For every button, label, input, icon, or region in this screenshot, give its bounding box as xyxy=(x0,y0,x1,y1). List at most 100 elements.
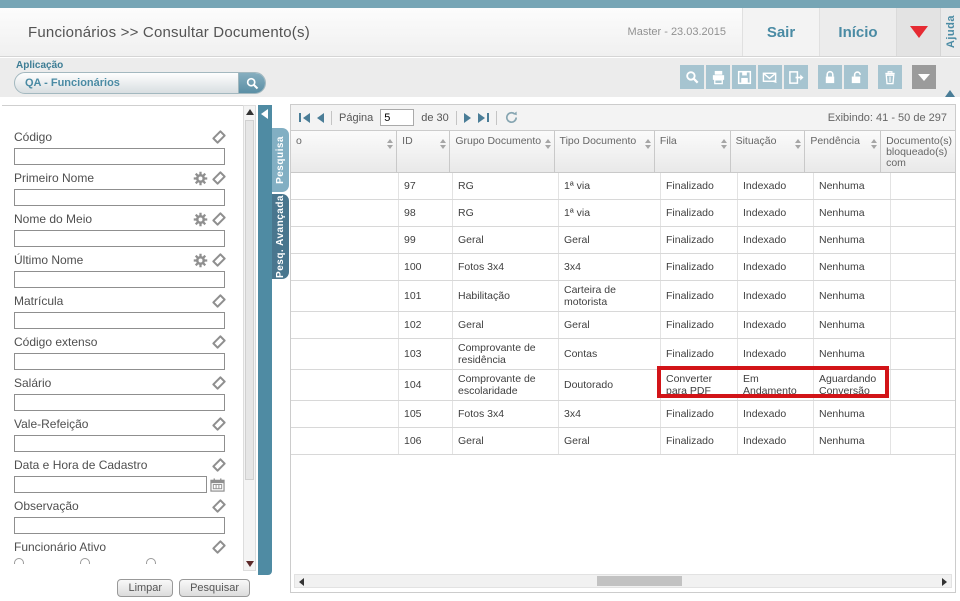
radio-button[interactable] xyxy=(14,558,24,564)
field-input[interactable] xyxy=(14,148,225,165)
application-selector[interactable]: QA - Funcionários xyxy=(14,72,266,94)
table-row[interactable]: 97RG1ª viaFinalizadoIndexadoNenhuma xyxy=(291,173,955,200)
eraser-icon[interactable] xyxy=(212,171,226,185)
eraser-icon[interactable] xyxy=(212,499,226,513)
email-button[interactable] xyxy=(758,65,782,89)
table-row[interactable]: 100Fotos 3x43x4FinalizadoIndexadoNenhuma xyxy=(291,254,955,281)
calendar-button[interactable] xyxy=(210,478,225,492)
eraser-icon[interactable] xyxy=(212,130,226,144)
page-number-input[interactable] xyxy=(380,109,414,126)
sidebar-scrollbar[interactable] xyxy=(243,105,256,571)
scrollbar-thumb[interactable] xyxy=(245,120,254,480)
sort-icon[interactable] xyxy=(721,139,727,149)
print-button[interactable] xyxy=(706,65,730,89)
sort-icon[interactable] xyxy=(545,139,551,149)
prev-page-button[interactable] xyxy=(317,113,324,123)
inicio-button[interactable]: Início xyxy=(819,8,896,56)
field-input[interactable] xyxy=(14,435,225,452)
envelope-icon xyxy=(762,70,778,85)
eraser-icon[interactable] xyxy=(212,253,226,267)
gear-icon[interactable] xyxy=(193,212,208,227)
next-page-button[interactable] xyxy=(464,113,471,123)
radio-button[interactable] xyxy=(80,558,90,564)
sort-icon[interactable] xyxy=(440,139,446,149)
field-input[interactable] xyxy=(14,271,225,288)
sort-icon[interactable] xyxy=(795,139,801,149)
horizontal-scrollbar[interactable] xyxy=(294,574,952,588)
column-header[interactable]: Fila xyxy=(655,131,731,172)
last-page-button[interactable] xyxy=(478,113,489,123)
tab-pesq-avancada[interactable]: Pesq. Avançada xyxy=(272,194,289,279)
results-grid: Página de 30 Exibindo: 41 - 50 de 297 oI… xyxy=(290,104,956,593)
cell-grupo: Fotos 3x4 xyxy=(453,401,559,427)
field-input[interactable] xyxy=(14,312,225,329)
table-row[interactable]: 101HabilitaçãoCarteira de motoristaFinal… xyxy=(291,281,955,312)
table-row[interactable]: 103Comprovante de residênciaContasFinali… xyxy=(291,339,955,370)
field-input[interactable] xyxy=(14,230,225,247)
eraser-icon[interactable] xyxy=(212,294,226,308)
first-page-button[interactable] xyxy=(299,113,310,123)
eraser-icon[interactable] xyxy=(212,458,226,472)
export-button[interactable] xyxy=(784,65,808,89)
search-sidebar: CódigoPrimeiro NomeNome do MeioÚltimo No… xyxy=(0,97,258,601)
tab-pesquisa[interactable]: Pesquisa xyxy=(272,128,289,192)
save-button[interactable] xyxy=(732,65,756,89)
cell-tipo: Geral xyxy=(559,428,661,454)
column-header[interactable]: Tipo Documento xyxy=(555,131,655,172)
eraser-icon[interactable] xyxy=(212,540,226,554)
application-search-button[interactable] xyxy=(238,73,265,93)
eraser-icon[interactable] xyxy=(212,212,226,226)
page-title: Funcionários >> Consultar Documento(s) xyxy=(28,24,628,41)
sort-icon[interactable] xyxy=(387,139,393,149)
collapse-left-icon[interactable] xyxy=(261,109,268,119)
delete-button[interactable] xyxy=(878,65,902,89)
scroll-up-arrow[interactable] xyxy=(246,109,254,115)
menu-dropdown-button[interactable] xyxy=(896,8,940,56)
table-row[interactable]: 105Fotos 3x43x4FinalizadoIndexadoNenhuma xyxy=(291,401,955,428)
column-header[interactable]: ID xyxy=(397,131,450,172)
refresh-button[interactable] xyxy=(504,110,519,125)
cell-situacao: Indexado xyxy=(738,312,814,338)
unlock-button[interactable] xyxy=(844,65,868,89)
eraser-icon[interactable] xyxy=(212,417,226,431)
eraser-icon[interactable] xyxy=(212,335,226,349)
radio-button[interactable] xyxy=(146,558,156,564)
field-input[interactable] xyxy=(14,353,225,370)
scroll-right-arrow[interactable] xyxy=(942,578,947,586)
gear-icon[interactable] xyxy=(193,171,208,186)
table-row[interactable]: 106GeralGeralFinalizadoIndexadoNenhuma xyxy=(291,428,955,455)
scroll-left-arrow[interactable] xyxy=(299,578,304,586)
column-header[interactable]: Documento(s) bloqueado(s) com xyxy=(881,131,955,172)
field-input[interactable] xyxy=(14,189,225,206)
table-row[interactable]: 104Comprovante de escolaridadeDoutoradoC… xyxy=(291,370,955,401)
table-row[interactable]: 99GeralGeralFinalizadoIndexadoNenhuma xyxy=(291,227,955,254)
more-actions-button[interactable] xyxy=(912,65,936,89)
scroll-down-arrow[interactable] xyxy=(246,561,254,567)
pesquisar-button[interactable]: Pesquisar xyxy=(179,579,250,597)
ajuda-tab[interactable]: Ajuda xyxy=(940,8,960,56)
panel-collapse-strip[interactable] xyxy=(258,105,272,575)
column-header[interactable]: Situação xyxy=(731,131,806,172)
field-input[interactable] xyxy=(14,517,225,534)
cell-fila: Finalizado xyxy=(661,312,738,338)
table-row[interactable]: 102GeralGeralFinalizadoIndexadoNenhuma xyxy=(291,312,955,339)
table-row[interactable]: 98RG1ª viaFinalizadoIndexadoNenhuma xyxy=(291,200,955,227)
limpar-button[interactable]: Limpar xyxy=(117,579,173,597)
lock-button[interactable] xyxy=(818,65,842,89)
field-input[interactable] xyxy=(14,394,225,411)
column-header[interactable]: o xyxy=(291,131,397,172)
sort-icon[interactable] xyxy=(645,139,651,149)
cell-tipo: Geral xyxy=(559,312,661,338)
search-button[interactable] xyxy=(680,65,704,89)
printer-icon xyxy=(711,70,726,85)
field-input[interactable] xyxy=(14,476,207,493)
cell-pendencia: Nenhuma xyxy=(814,281,891,311)
gear-icon[interactable] xyxy=(193,253,208,268)
column-header[interactable]: Pendência xyxy=(805,131,881,172)
collapse-up-arrow[interactable] xyxy=(945,90,955,97)
hscrollbar-thumb[interactable] xyxy=(597,576,682,586)
column-header[interactable]: Grupo Documento xyxy=(450,131,554,172)
eraser-icon[interactable] xyxy=(212,376,226,390)
sair-button[interactable]: Sair xyxy=(742,8,819,56)
sort-icon[interactable] xyxy=(871,139,877,149)
